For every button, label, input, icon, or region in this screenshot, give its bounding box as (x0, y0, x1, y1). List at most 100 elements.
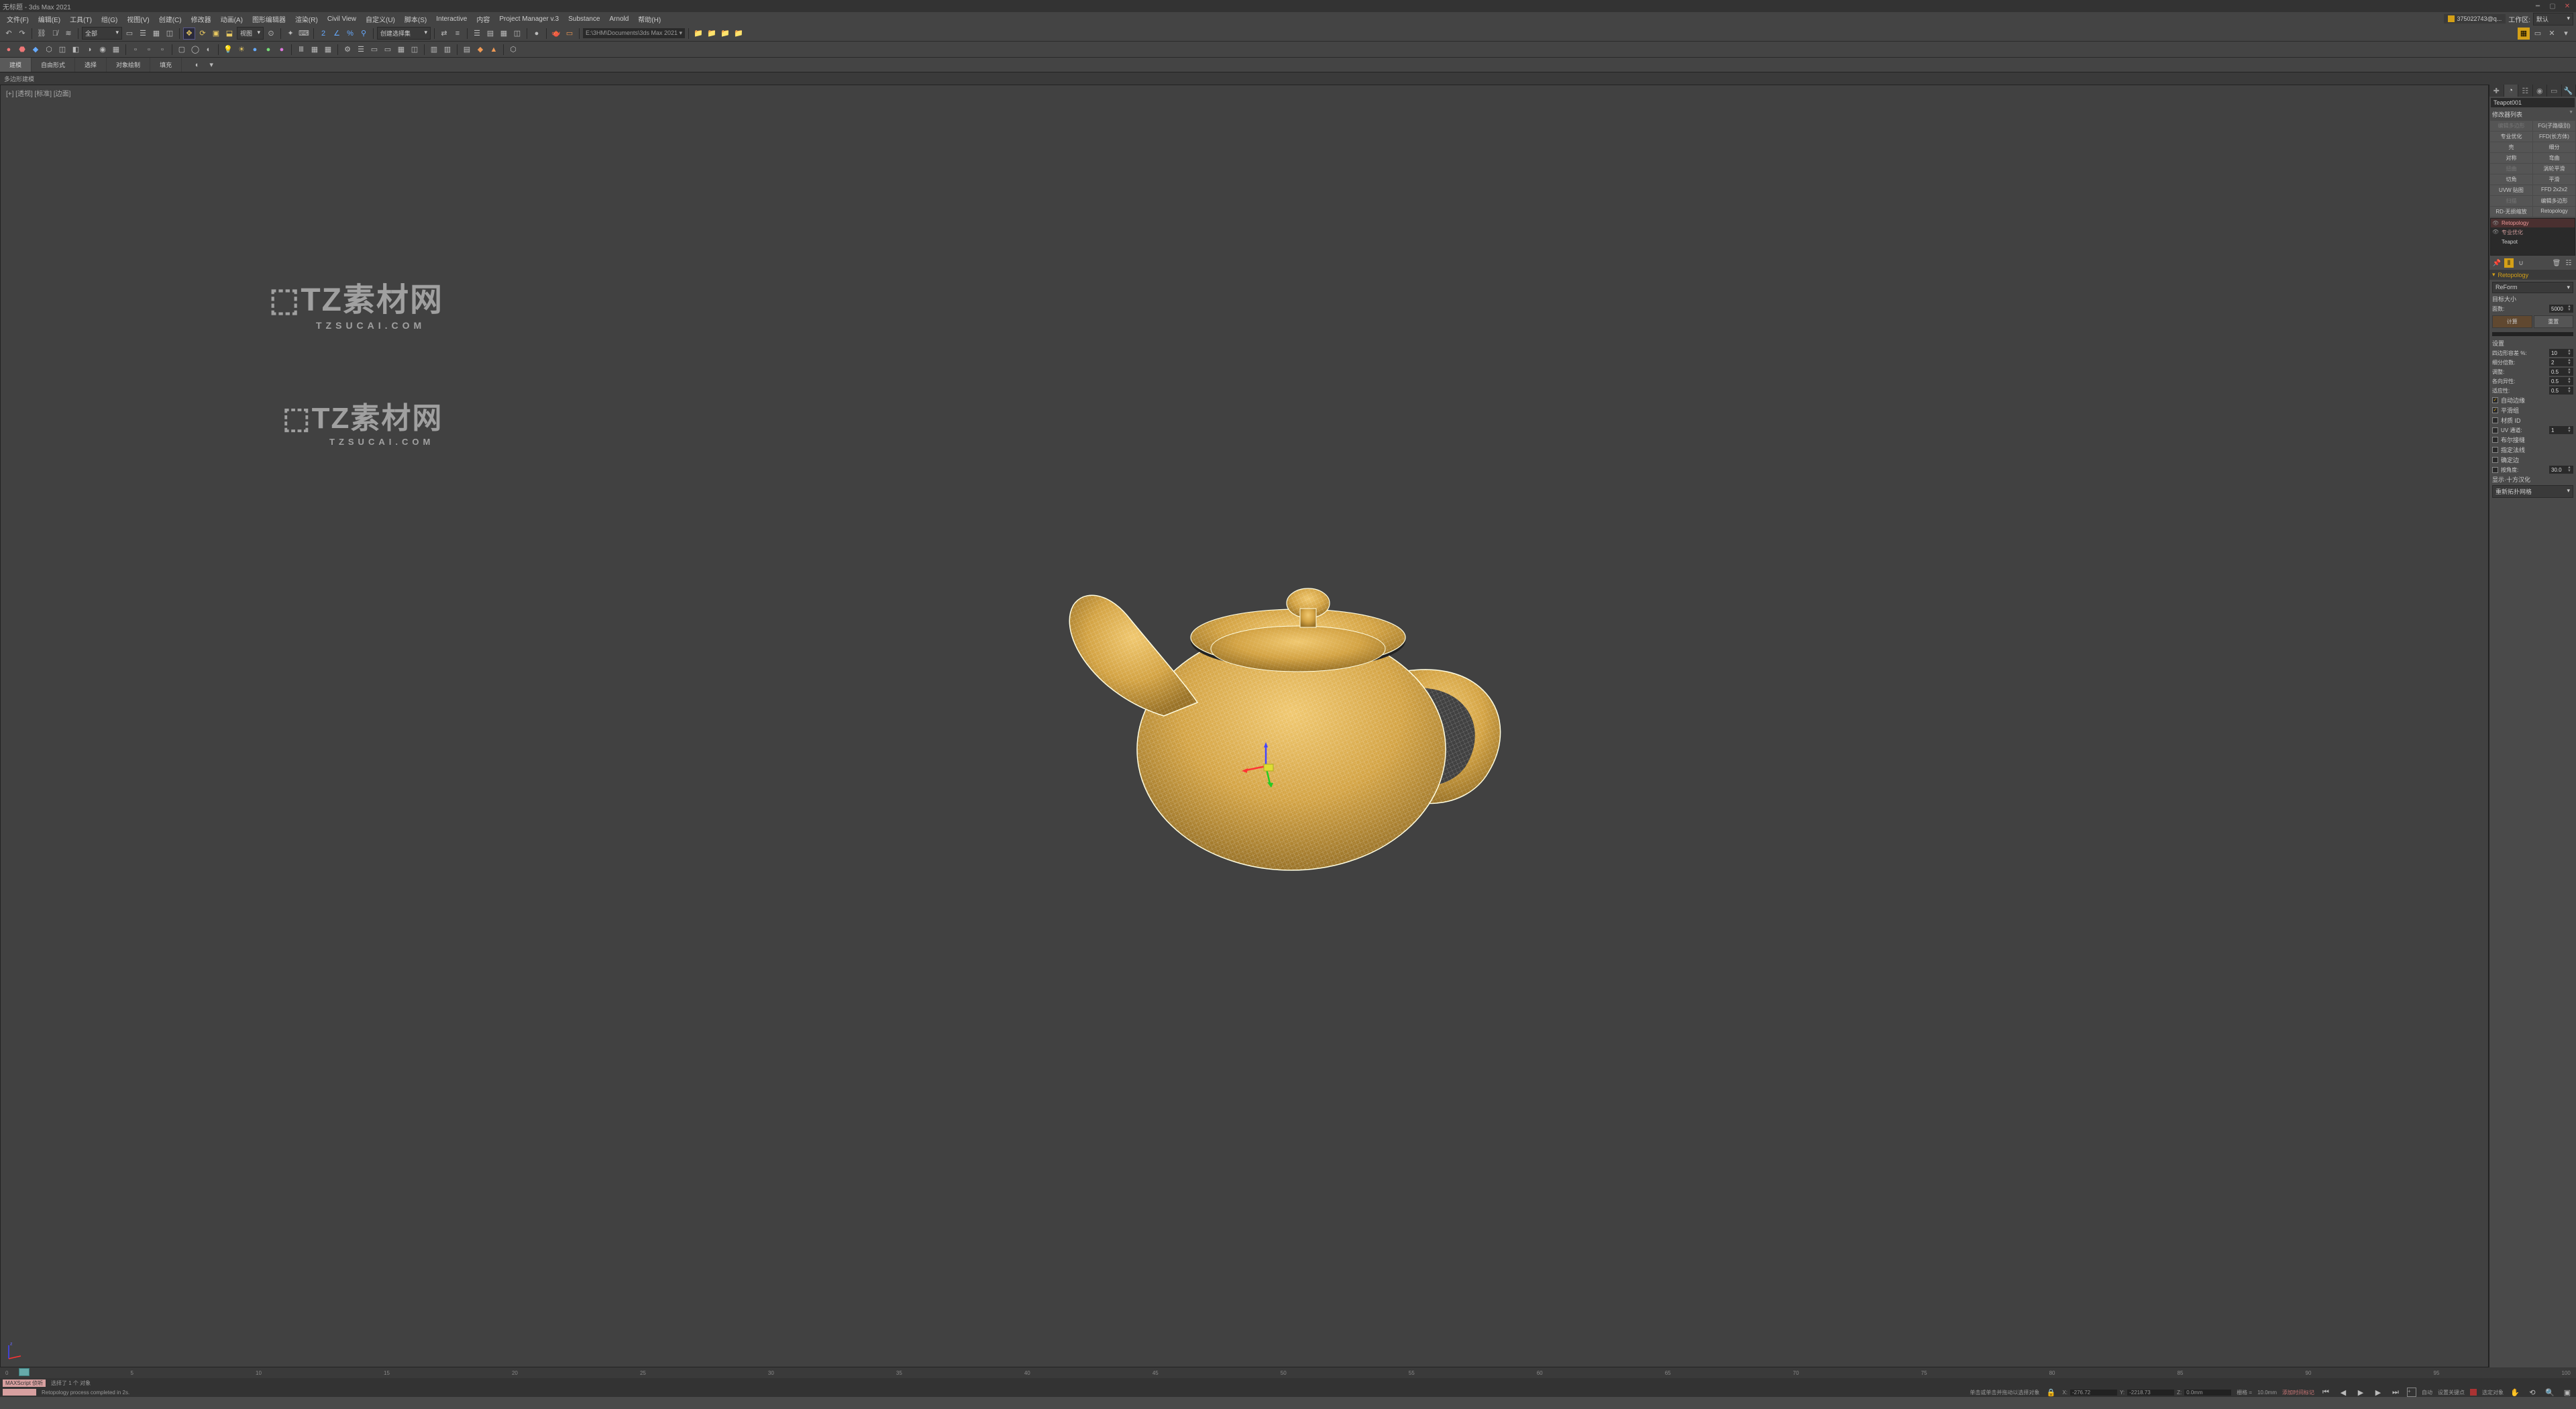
menu-civil[interactable]: Civil View (323, 14, 360, 24)
link-icon[interactable]: ⛓ (36, 28, 48, 40)
t2-1-icon[interactable]: ● (3, 44, 15, 56)
t2-6-icon[interactable]: ◧ (70, 44, 82, 56)
show-end-icon[interactable]: Ⅱ (2504, 258, 2514, 268)
menu-customize[interactable]: 自定义(U) (362, 13, 399, 25)
reg-spinner[interactable]: 0.5▲▼ (2549, 368, 2573, 376)
algo-dropdown[interactable]: ReForm▾ (2492, 282, 2573, 293)
move-icon[interactable]: ✥ (183, 28, 195, 40)
dock1-icon[interactable]: ▦ (2518, 28, 2530, 40)
nav-max-icon[interactable]: ▣ (2561, 1386, 2573, 1398)
modbtn[interactable]: 编辑多边形 (2533, 196, 2575, 206)
modbtn[interactable]: FG(子路级别) (2533, 121, 2575, 131)
modbtn[interactable]: 编辑多边形 (2490, 121, 2532, 131)
teapot-mesh[interactable] (956, 541, 1533, 877)
delete-mod-icon[interactable]: 🗑 (2552, 258, 2561, 268)
ribbon-tab-objpaint[interactable]: 对象绘制 (107, 58, 150, 72)
t2-20-icon[interactable]: ● (276, 44, 288, 56)
setkey-button[interactable]: 设置关键点 (2438, 1389, 2465, 1396)
pivot-icon[interactable]: ⊙ (265, 28, 277, 40)
t2-11-icon[interactable]: ▫ (143, 44, 155, 56)
cmdtab-display-icon[interactable]: ▭ (2547, 85, 2562, 97)
redo-icon[interactable]: ↷ (16, 28, 28, 40)
menu-group[interactable]: 组(G) (97, 13, 121, 25)
t2-13-icon[interactable]: ▢ (176, 44, 188, 56)
t2-14-icon[interactable]: ◯ (189, 44, 201, 56)
lockedge-checkbox[interactable]: 确定边 (2492, 456, 2573, 464)
named-selset[interactable]: 创建选择集▾ (377, 27, 431, 40)
modbtn[interactable]: 弯曲 (2533, 153, 2575, 163)
modbtn[interactable]: RD·无损缩放 (2490, 207, 2532, 217)
t2-27-icon[interactable]: ▭ (382, 44, 394, 56)
time-slider[interactable]: 0 5 10 15 20 25 30 35 40 45 50 55 60 65 … (0, 1367, 2576, 1378)
subdiv-spinner[interactable]: 2▲▼ (2549, 358, 2573, 366)
modbtn[interactable]: 平滑 (2533, 174, 2575, 185)
t2-3-icon[interactable]: ◆ (30, 44, 42, 56)
placement-icon[interactable]: ⬓ (223, 28, 235, 40)
snap-percent-icon[interactable]: % (344, 28, 356, 40)
snap-spinner-icon[interactable]: ⚲ (358, 28, 370, 40)
selection-filter[interactable]: 全部▾ (82, 27, 122, 40)
render-frame-icon[interactable]: ▭ (564, 28, 576, 40)
select-icon[interactable]: ▭ (123, 28, 136, 40)
maximize-icon[interactable]: ▢ (2546, 1, 2559, 11)
boolseam-checkbox[interactable]: 布尔接缝 (2492, 435, 2573, 444)
pin-icon[interactable]: 📌 (2492, 258, 2502, 268)
menu-animation[interactable]: 动画(A) (217, 13, 247, 25)
schematic-icon[interactable]: ◫ (511, 28, 523, 40)
menu-modifiers[interactable]: 修改器 (187, 13, 215, 25)
eye-icon[interactable]: 👁 (2492, 220, 2499, 226)
project-path[interactable]: E:\3HM\Documents\3ds Max 2021 ▾ (583, 28, 685, 38)
menu-tools[interactable]: 工具(T) (66, 13, 96, 25)
folder4-icon[interactable]: 📁 (733, 28, 745, 40)
x-coord[interactable]: -276.72 (2070, 1390, 2117, 1396)
rotate-icon[interactable]: ⟳ (197, 28, 209, 40)
ribbon-tab-freeform[interactable]: 自由形式 (32, 58, 75, 72)
window-crossing-icon[interactable]: ◫ (164, 28, 176, 40)
keyfilter-dropdown[interactable]: 选定对象 (2482, 1389, 2504, 1396)
rec-icon[interactable] (2470, 1389, 2477, 1396)
unlink-icon[interactable]: ⛓̸ (49, 28, 61, 40)
menu-pm[interactable]: Project Manager v.3 (495, 14, 563, 24)
user-info[interactable]: 375022743@q... (2444, 14, 2506, 23)
align-icon[interactable]: ≡ (451, 28, 464, 40)
play-next-icon[interactable]: ▶ (2372, 1386, 2384, 1398)
move-gizmo[interactable] (1239, 739, 1293, 795)
modifier-stack[interactable]: 👁Retopology 👁专业优化 Teapot (2490, 218, 2575, 256)
t2-26-icon[interactable]: ▭ (368, 44, 380, 56)
ribbon-expand-icon[interactable]: ▾ (205, 59, 217, 71)
ribbon-tab-select[interactable]: 选择 (75, 58, 107, 72)
workspace-dropdown[interactable]: 默认▾ (2533, 13, 2573, 25)
mirror-icon[interactable]: ⇄ (438, 28, 450, 40)
curve-editor-icon[interactable]: ▦ (498, 28, 510, 40)
menu-arnold[interactable]: Arnold (605, 14, 633, 24)
t2-22-icon[interactable]: ▦ (309, 44, 321, 56)
autokey-button[interactable]: 自动 (2422, 1389, 2432, 1396)
t2-4-icon[interactable]: ⬡ (43, 44, 55, 56)
menu-substance[interactable]: Substance (564, 14, 604, 24)
log-tab[interactable] (3, 1389, 36, 1396)
close-icon[interactable]: ✕ (2561, 1, 2573, 11)
compute-button[interactable]: 计算 (2492, 315, 2532, 328)
nav-orbit-icon[interactable]: ⟲ (2526, 1386, 2538, 1398)
minimize-icon[interactable]: ━ (2532, 1, 2544, 11)
t2-25-icon[interactable]: ☰ (355, 44, 367, 56)
undo-icon[interactable]: ↶ (3, 28, 15, 40)
toggle-ribbon-icon[interactable]: ▤ (484, 28, 496, 40)
config-icon[interactable]: ☷ (2564, 258, 2573, 268)
t2-7-icon[interactable]: ◑ (83, 44, 95, 56)
chevron-down-icon[interactable]: ▼ (2569, 110, 2573, 119)
menu-create[interactable]: 创建(C) (155, 13, 186, 25)
modbtn[interactable]: FFD(长方体) (2533, 132, 2575, 142)
bind-icon[interactable]: ≋ (62, 28, 74, 40)
t2-5-icon[interactable]: ◫ (56, 44, 68, 56)
t2-35-icon[interactable]: ⬡ (507, 44, 519, 56)
modbtn[interactable]: 涡轮平滑 (2533, 164, 2575, 174)
eye-icon[interactable]: 👁 (2492, 229, 2499, 235)
modbtn[interactable]: 对称 (2490, 153, 2532, 163)
menu-view[interactable]: 视图(V) (123, 13, 153, 25)
t2-9-icon[interactable]: ▦ (110, 44, 122, 56)
select-name-icon[interactable]: ☰ (137, 28, 149, 40)
t2-28-icon[interactable]: ▦ (395, 44, 407, 56)
cmdtab-utilities-icon[interactable]: 🔧 (2562, 85, 2576, 97)
autoedge-checkbox[interactable]: ✓自动边缘 (2492, 396, 2573, 405)
